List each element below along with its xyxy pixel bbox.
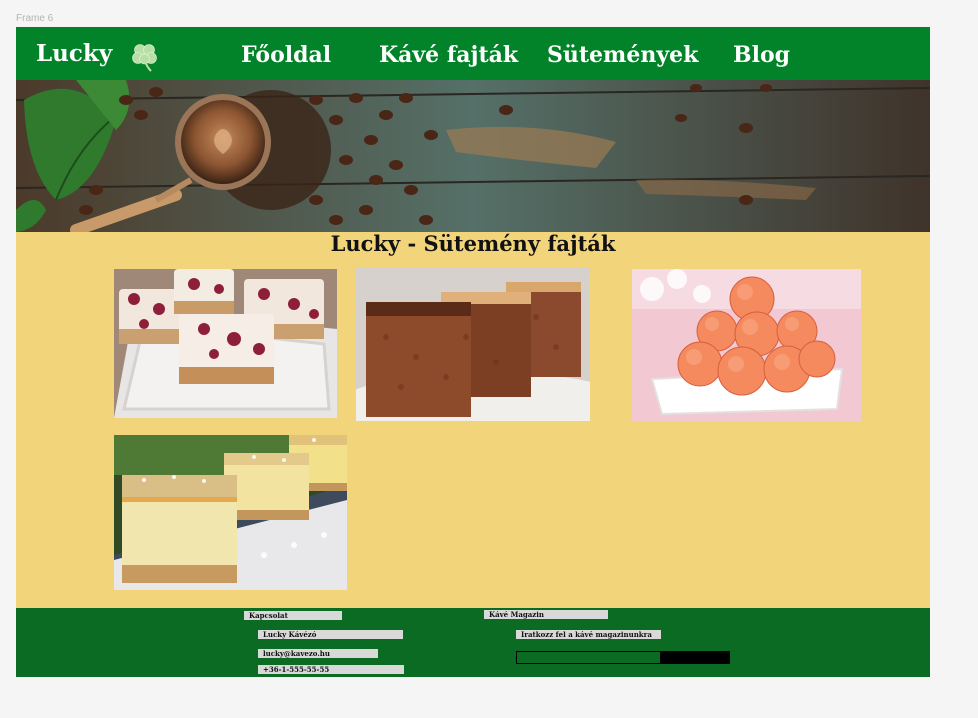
magazine-heading: Kávé Magazin: [484, 610, 608, 619]
newsletter-subscribe-button[interactable]: [661, 651, 730, 664]
nav-item-home[interactable]: Főoldal: [241, 42, 331, 68]
hero-image: [16, 80, 930, 232]
page-title: Lucky - Sütemény fajták: [330, 231, 616, 256]
nav-item-blog[interactable]: Blog: [733, 42, 790, 68]
pastry-image-custard-cake[interactable]: [114, 435, 347, 590]
frame-label: Frame 6: [16, 13, 54, 24]
contact-email[interactable]: lucky@kavezo.hu: [258, 649, 378, 658]
page-frame: Lucky Főoldal Kávé fajták Sütemények Blo…: [16, 27, 930, 677]
contact-phone: +36-1-555-55-55: [258, 665, 404, 674]
clover-icon: [132, 44, 157, 72]
pastry-image-cocoa-cake[interactable]: [356, 267, 590, 421]
contact-name: Lucky Kávézó: [258, 630, 403, 639]
contact-heading: Kapcsolat: [244, 611, 342, 620]
magazine-subtitle: Iratkozz fel a kávé magazinunkra: [516, 630, 661, 639]
footer: Kapcsolat Lucky Kávézó lucky@kavezo.hu +…: [16, 608, 930, 677]
nav-item-coffee-types[interactable]: Kávé fajták: [379, 42, 518, 68]
newsletter-email-input[interactable]: [516, 651, 661, 664]
nav-item-pastries[interactable]: Sütemények: [547, 42, 698, 68]
brand-name[interactable]: Lucky: [36, 40, 112, 67]
pastry-image-raspberry-squares[interactable]: [114, 269, 337, 418]
navbar: Lucky Főoldal Kávé fajták Sütemények Blo…: [16, 27, 930, 80]
pastry-image-peach-cookies[interactable]: [632, 269, 861, 422]
